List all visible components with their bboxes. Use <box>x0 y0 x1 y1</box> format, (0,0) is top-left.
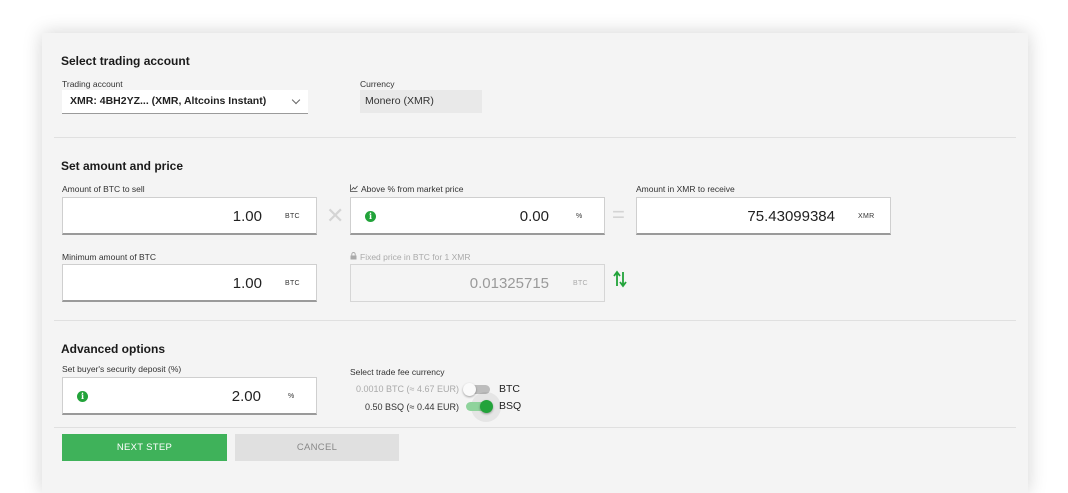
multiply-icon: ✕ <box>326 203 345 228</box>
min-amount-label: Minimum amount of BTC <box>62 252 156 262</box>
swap-arrows-icon[interactable] <box>613 270 627 293</box>
above-market-unit: % <box>576 213 583 220</box>
set-amount-price-title: Set amount and price <box>61 159 184 173</box>
chart-trend-icon <box>350 184 358 194</box>
above-market-label: Above % from market price <box>350 184 464 194</box>
equals-icon: = <box>612 202 625 227</box>
fee-option-amount: 0.0010 BTC (≈ 4.67 EUR) <box>356 384 459 394</box>
section-divider <box>54 137 1016 138</box>
select-trading-account-title: Select trading account <box>61 54 190 68</box>
trading-account-label: Trading account <box>62 79 123 89</box>
amount-value: 1.00 <box>232 208 262 225</box>
min-amount-unit: BTC <box>285 280 300 287</box>
above-market-input[interactable]: i 0.00 % <box>350 197 605 235</box>
advanced-options-title: Advanced options <box>61 342 166 356</box>
toggle-knob <box>480 400 493 413</box>
chevron-down-icon <box>291 95 301 105</box>
min-amount-value: 1.00 <box>232 275 262 292</box>
fixed-price-value: 0.01325715 <box>469 275 549 292</box>
receive-unit: XMR <box>858 213 875 220</box>
deposit-unit: % <box>288 393 295 400</box>
amount-unit: BTC <box>285 213 300 220</box>
fee-option-currency: BSQ <box>499 400 522 412</box>
trading-account-select[interactable]: XMR: 4BH2YZ... (XMR, Altcoins Instant) <box>62 90 308 114</box>
info-icon[interactable]: i <box>77 391 88 402</box>
above-market-value: 0.00 <box>519 208 549 225</box>
currency-value: Monero (XMR) <box>365 95 434 107</box>
amount-label: Amount of BTC to sell <box>62 184 145 194</box>
fee-option-currency: BTC <box>499 383 520 395</box>
trading-account-value: XMR: 4BH2YZ... (XMR, Altcoins Instant) <box>70 95 267 107</box>
fee-currency-label: Select trade fee currency <box>350 367 445 377</box>
min-amount-input[interactable]: 1.00 BTC <box>62 264 317 302</box>
receive-label: Amount in XMR to receive <box>636 184 735 194</box>
section-divider <box>54 427 1016 428</box>
deposit-label: Set buyer's security deposit (%) <box>62 364 182 374</box>
fee-option-amount: 0.50 BSQ (≈ 0.44 EUR) <box>365 402 459 412</box>
deposit-value: 2.00 <box>231 388 261 405</box>
currency-field: Monero (XMR) <box>360 90 482 113</box>
amount-input[interactable]: 1.00 BTC <box>62 197 317 235</box>
info-icon[interactable]: i <box>365 211 376 222</box>
section-divider <box>54 320 1016 321</box>
receive-value: 75.43099384 <box>747 208 835 225</box>
fixed-price-input: 0.01325715 BTC <box>350 264 605 302</box>
fixed-price-label: Fixed price in BTC for 1 XMR <box>350 252 471 262</box>
lock-icon <box>350 252 357 262</box>
fixed-price-unit: BTC <box>573 280 588 287</box>
toggle-knob <box>463 383 476 396</box>
deposit-input[interactable]: i 2.00 % <box>62 377 317 415</box>
next-step-button[interactable]: NEXT STEP <box>62 434 227 461</box>
cancel-button[interactable]: CANCEL <box>235 434 399 461</box>
currency-label: Currency <box>360 79 395 89</box>
receive-input[interactable]: 75.43099384 XMR <box>636 197 891 235</box>
